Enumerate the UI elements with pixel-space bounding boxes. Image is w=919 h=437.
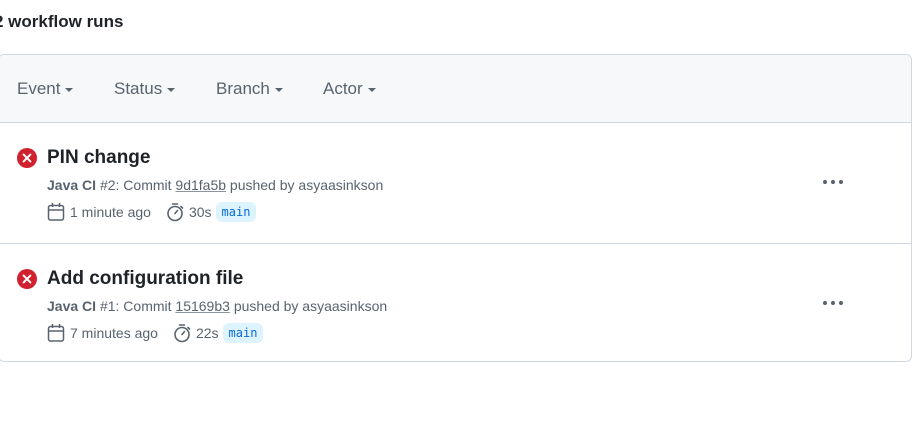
kebab-horizontal-icon bbox=[839, 180, 843, 184]
workflow-name: Java CI bbox=[47, 298, 97, 314]
pushed-by: pushed by asyaasinkson bbox=[233, 298, 388, 314]
triangle-down-icon bbox=[65, 88, 74, 92]
filter-actor-dropdown[interactable]: Actor bbox=[323, 79, 376, 99]
filter-status-label: Status bbox=[114, 79, 163, 98]
workflow-name: Java CI bbox=[47, 177, 97, 193]
commit-prefix: : Commit bbox=[115, 177, 172, 193]
run-details: 7 minutes ago 22s main bbox=[47, 323, 264, 343]
x-circle-fill-icon bbox=[17, 148, 37, 168]
run-meta: Java CI #2: Commit 9d1fa5b pushed by asy… bbox=[47, 177, 383, 193]
stopwatch-icon bbox=[174, 324, 191, 343]
filter-status-dropdown[interactable]: Status bbox=[114, 79, 176, 99]
kebab-horizontal-icon bbox=[831, 301, 835, 305]
run-menu-button[interactable] bbox=[821, 297, 845, 309]
x-circle-fill-icon bbox=[17, 269, 37, 289]
kebab-horizontal-icon bbox=[831, 180, 835, 184]
branch-badge[interactable]: main bbox=[222, 323, 264, 343]
commit-prefix: : Commit bbox=[115, 298, 172, 314]
triangle-down-icon bbox=[367, 88, 376, 92]
run-time-ago: 1 minute ago bbox=[70, 204, 151, 220]
commit-sha-link[interactable]: 15169b3 bbox=[175, 298, 230, 314]
filter-branch-label: Branch bbox=[216, 79, 270, 98]
workflow-run-row: PIN change Java CI #2: Commit 9d1fa5b pu… bbox=[0, 123, 911, 243]
run-time-ago: 7 minutes ago bbox=[70, 325, 158, 341]
workflow-run-row: Add configuration file Java CI #1: Commi… bbox=[0, 243, 911, 361]
filter-event-dropdown[interactable]: Event bbox=[17, 79, 74, 99]
kebab-horizontal-icon bbox=[839, 301, 843, 305]
pushed-by: pushed by asyaasinkson bbox=[229, 177, 384, 193]
branch-badge[interactable]: main bbox=[215, 202, 257, 222]
filter-branch-dropdown[interactable]: Branch bbox=[216, 79, 283, 99]
run-menu-button[interactable] bbox=[821, 176, 845, 188]
triangle-down-icon bbox=[167, 88, 176, 92]
kebab-horizontal-icon bbox=[823, 301, 827, 305]
kebab-horizontal-icon bbox=[823, 180, 827, 184]
calendar-icon bbox=[47, 203, 65, 221]
run-title-link[interactable]: PIN change bbox=[47, 147, 150, 169]
filter-actor-label: Actor bbox=[323, 79, 363, 98]
triangle-down-icon bbox=[274, 88, 283, 92]
run-meta: Java CI #1: Commit 15169b3 pushed by asy… bbox=[47, 298, 387, 314]
run-number: #2 bbox=[99, 177, 116, 193]
run-duration: 22s bbox=[195, 325, 219, 341]
calendar-icon bbox=[47, 324, 65, 342]
filter-event-label: Event bbox=[17, 79, 61, 98]
commit-sha-link[interactable]: 9d1fa5b bbox=[175, 177, 226, 193]
run-details: 1 minute ago 30s main bbox=[47, 202, 257, 222]
run-duration: 30s bbox=[188, 204, 212, 220]
run-title-link[interactable]: Add configuration file bbox=[47, 268, 243, 290]
run-number: #1 bbox=[99, 298, 116, 314]
workflow-runs-count: 2 workflow runs bbox=[0, 12, 124, 31]
stopwatch-icon bbox=[167, 203, 184, 222]
filter-bar: Event Status Branch Actor bbox=[0, 55, 911, 123]
workflow-runs-list: Event Status Branch Actor PIN change Jav… bbox=[0, 54, 912, 362]
